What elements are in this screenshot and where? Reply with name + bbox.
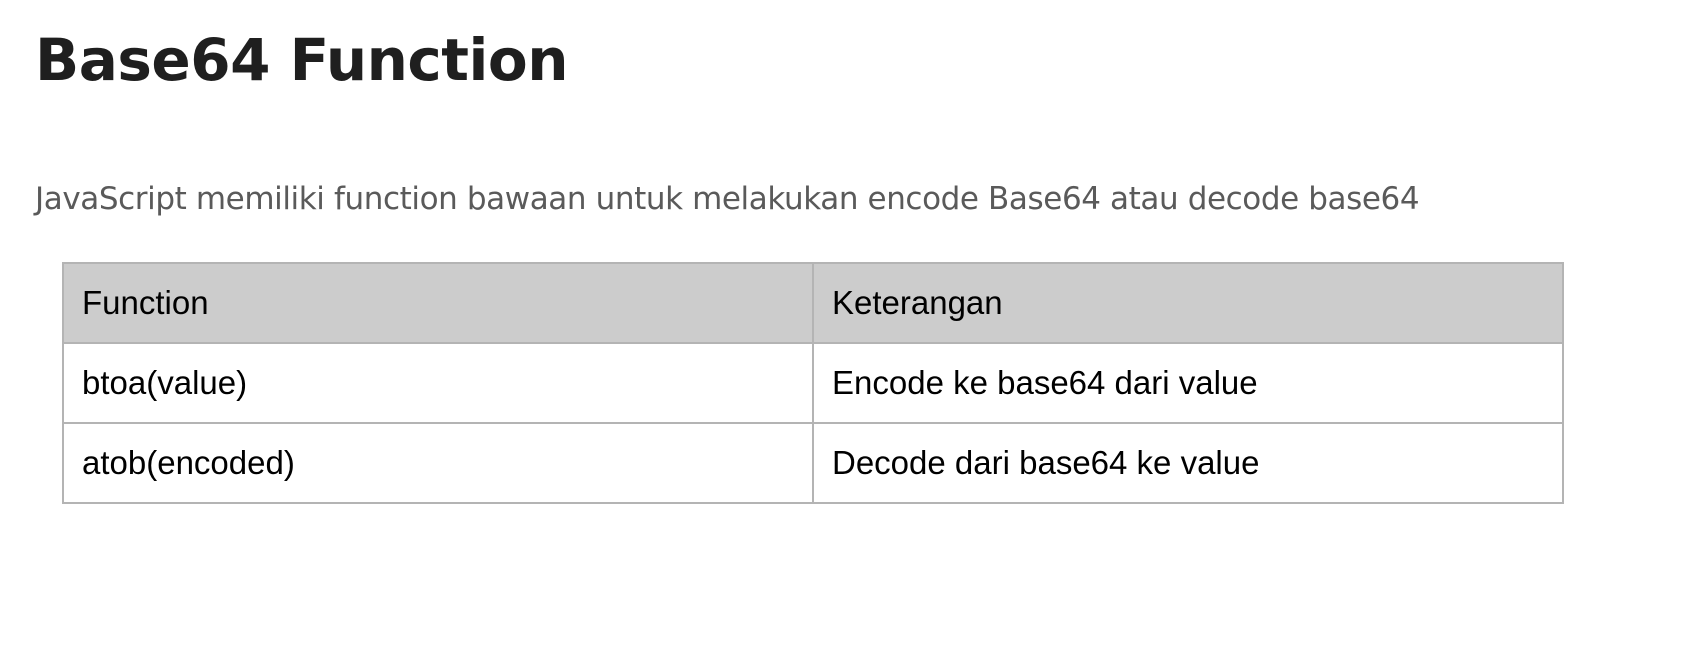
table-header-row: Function Keterangan	[62, 262, 1564, 344]
function-cell: btoa(value)	[62, 342, 814, 424]
column-header-keterangan: Keterangan	[812, 262, 1564, 344]
column-header-function: Function	[62, 262, 814, 344]
function-cell: atob(encoded)	[62, 422, 814, 504]
intro-paragraph: JavaScript memiliki function bawaan untu…	[35, 181, 1420, 217]
description-cell: Decode dari base64 ke value	[812, 422, 1564, 504]
table-row: btoa(value) Encode ke base64 dari value	[62, 342, 1564, 424]
function-table: Function Keterangan btoa(value) Encode k…	[62, 262, 1564, 504]
description-cell: Encode ke base64 dari value	[812, 342, 1564, 424]
page-title: Base64 Function	[35, 26, 569, 94]
table-row: atob(encoded) Decode dari base64 ke valu…	[62, 422, 1564, 504]
